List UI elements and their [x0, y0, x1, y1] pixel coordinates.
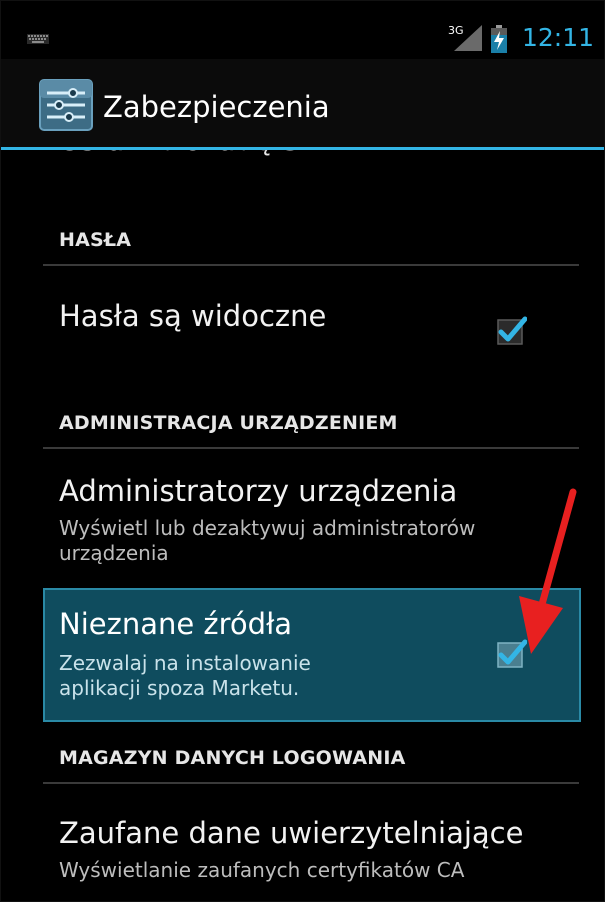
section-divider: [43, 447, 579, 449]
settings-list[interactable]: Ustaw blokadę SIM HASŁA Hasła są widoczn…: [1, 150, 604, 901]
status-clock: 12:11: [522, 23, 595, 52]
list-item-summary: Wyświetlanie zaufanych certyfikatów CA: [59, 858, 465, 882]
section-divider: [43, 782, 579, 784]
phone-screen: 3G 12:11 Zabezpieczenia HASŁA Hasła są w…: [0, 0, 605, 902]
action-bar: Zabezpieczenia: [1, 59, 604, 149]
settings-sliders-icon[interactable]: [39, 79, 93, 135]
signal-icon: 3G: [448, 23, 482, 57]
section-header-device-admin: ADMINISTRACJA URZĄDZENIEM: [59, 412, 398, 434]
section-header-credential-storage: MAGAZYN DANYCH LOGOWANIA: [59, 747, 406, 769]
red-arrow-annotation: [501, 488, 581, 662]
battery-charging-icon: [490, 25, 508, 57]
list-item-title: Zaufane dane uwierzytelniające: [59, 816, 524, 850]
keyboard-icon: [27, 29, 49, 48]
list-item-summary: Wyświetl lub dezaktywuj administratorów …: [59, 516, 476, 565]
section-divider: [43, 264, 579, 266]
list-item-summary: Zezwalaj na instalowanie aplikacji spoza…: [59, 651, 311, 700]
page-title: Zabezpieczenia: [103, 90, 330, 124]
list-item-title: Administratorzy urządzenia: [59, 474, 458, 508]
status-bar: 3G 12:11: [1, 1, 604, 59]
list-item-sim-lock[interactable]: Ustaw blokadę SIM: [59, 150, 333, 158]
checkbox-visible-passwords[interactable]: [497, 315, 528, 345]
list-item-title: Nieznane źródła: [59, 607, 293, 641]
list-item-title: Hasła są widoczne: [59, 299, 327, 333]
network-type-label: 3G: [448, 24, 464, 37]
section-header-passwords: HASŁA: [59, 229, 132, 251]
